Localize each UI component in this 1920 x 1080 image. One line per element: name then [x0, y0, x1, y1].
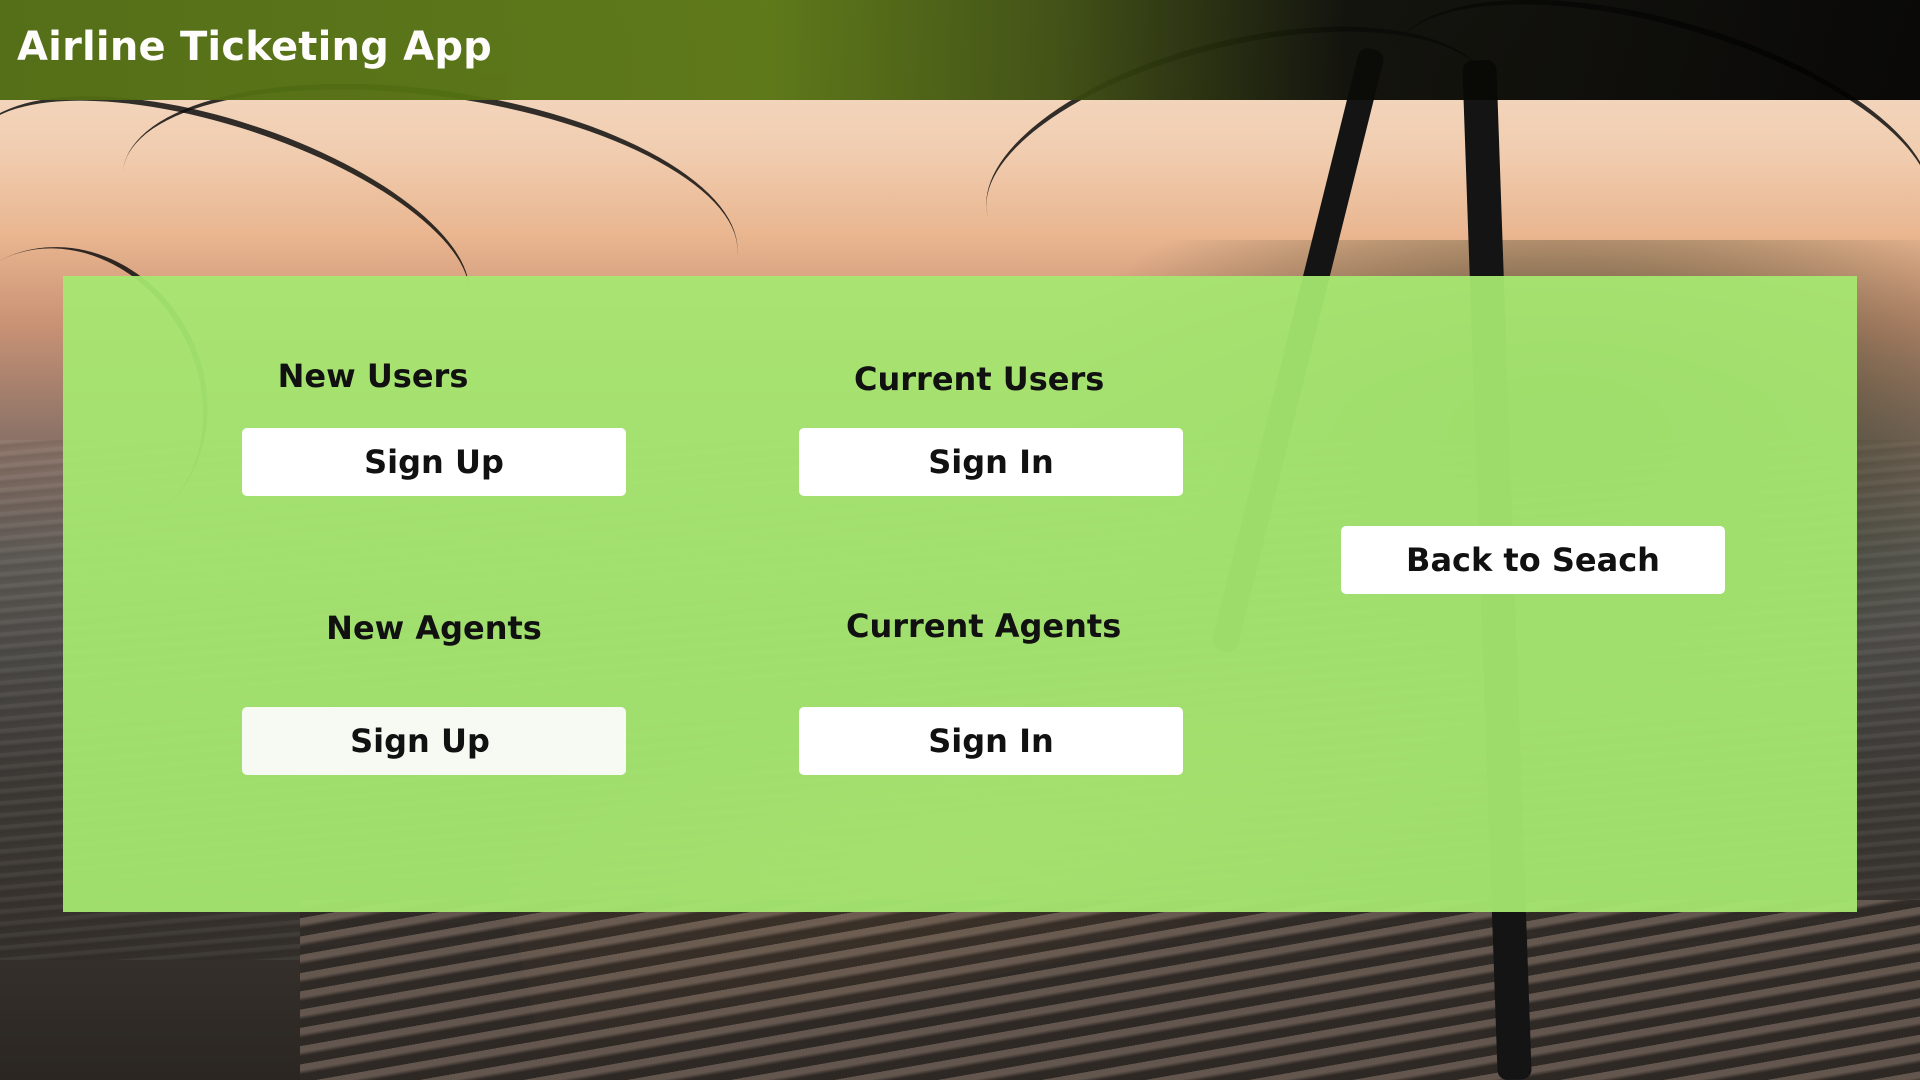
- pool-water: [300, 900, 1920, 1080]
- auth-options-panel: New Users Sign Up Current Users Sign In …: [63, 276, 1857, 912]
- current-users-sign-in-button[interactable]: Sign In: [799, 428, 1183, 496]
- app-header: Airline Ticketing App: [0, 0, 1920, 100]
- back-to-search-button[interactable]: Back to Seach: [1341, 526, 1725, 594]
- new-users-sign-up-button[interactable]: Sign Up: [242, 428, 626, 496]
- new-agents-sign-up-button[interactable]: Sign Up: [242, 707, 626, 775]
- new-users-label: New Users: [277, 357, 469, 395]
- page: Airline Ticketing App New Users Sign Up …: [0, 0, 1920, 1080]
- current-agents-sign-in-button[interactable]: Sign In: [799, 707, 1183, 775]
- current-agents-label: Current Agents: [846, 607, 1122, 645]
- app-title: Airline Ticketing App: [17, 24, 493, 70]
- current-users-label: Current Users: [854, 360, 1105, 398]
- new-agents-label: New Agents: [326, 609, 542, 647]
